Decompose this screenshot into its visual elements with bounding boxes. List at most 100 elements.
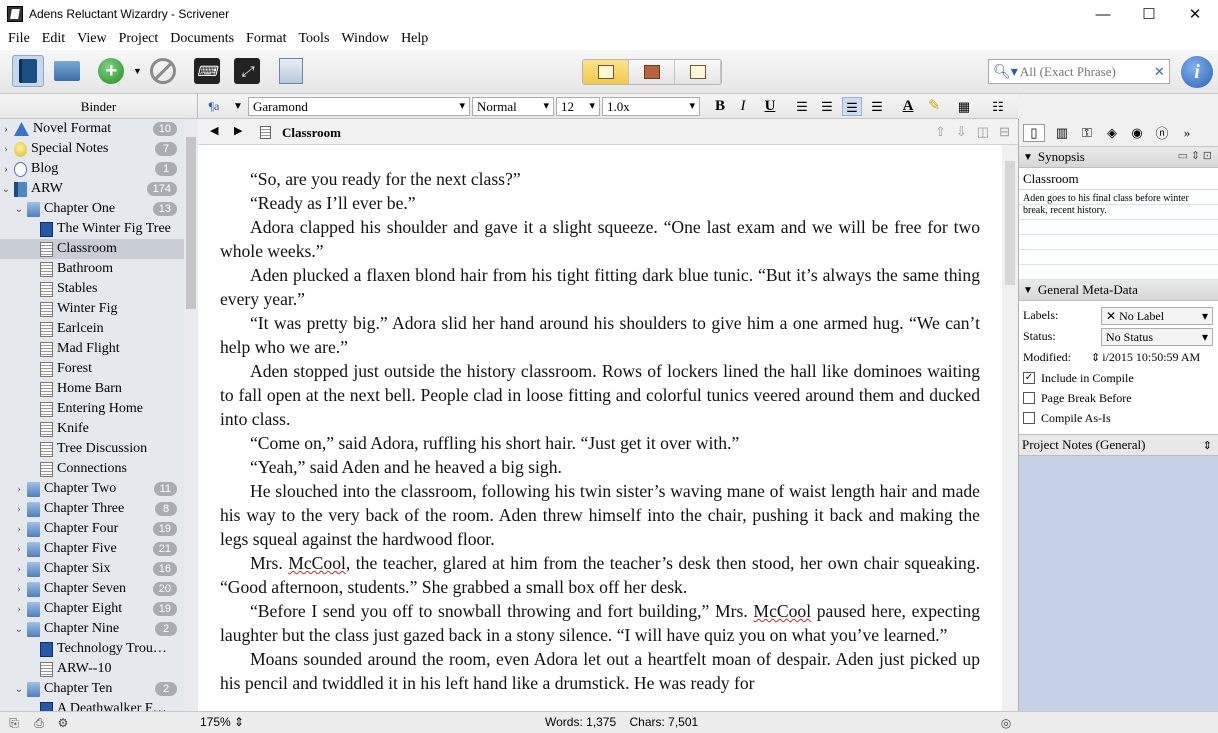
align-right-button[interactable]: ☰	[867, 97, 887, 116]
align-left-button[interactable]: ☰	[792, 97, 812, 116]
compile-button[interactable]	[276, 56, 306, 86]
split-vertical-icon[interactable]: ◫	[977, 124, 989, 140]
menu-edit[interactable]: Edit	[36, 31, 71, 47]
expanded-arrow-icon[interactable]: ⌄	[13, 204, 25, 215]
editor-scrollbar[interactable]	[1002, 145, 1018, 711]
menu-tools[interactable]: Tools	[292, 31, 335, 47]
back-arrow-icon[interactable]: ◀	[210, 124, 218, 137]
synopsis-header[interactable]: ▼ Synopsis ▭ ⇕ ⊡	[1019, 147, 1218, 168]
corkboard-view-button[interactable]	[629, 60, 675, 84]
binder-item[interactable]: Technology Trou…	[0, 639, 197, 659]
maximize-button[interactable]: ☐	[1126, 0, 1172, 28]
binder-item[interactable]: Bathroom	[0, 259, 197, 279]
table-button[interactable]: ▦	[954, 97, 974, 116]
paragraph-style-icon[interactable]: ¶a	[204, 97, 224, 116]
document-title[interactable]: Classroom	[282, 125, 341, 141]
references-tab-icon[interactable]: ▥	[1054, 124, 1070, 142]
binder-item[interactable]: Stables	[0, 279, 197, 299]
binder-item[interactable]: Mad Flight	[0, 339, 197, 359]
delete-button[interactable]	[148, 56, 178, 86]
binder-item[interactable]: A Deathwalker F…	[0, 699, 197, 711]
menu-file[interactable]: File	[2, 31, 36, 47]
collapsed-arrow-icon[interactable]: ›	[0, 124, 12, 135]
font-size-select[interactable]: 12	[556, 97, 600, 116]
text-color-button[interactable]: A	[898, 97, 918, 116]
binder-item[interactable]: › Chapter Five 21	[0, 539, 197, 559]
binder-item[interactable]: › Novel Format 10	[0, 119, 197, 139]
status-select[interactable]: No Status	[1101, 327, 1213, 346]
close-button[interactable]: ✕	[1172, 0, 1218, 28]
notes-tab-icon[interactable]: ▯	[1023, 123, 1045, 142]
forward-arrow-icon[interactable]: ▶	[234, 124, 242, 137]
binder-item[interactable]: › Chapter Six 16	[0, 559, 197, 579]
clear-search-icon[interactable]: ✕	[1154, 64, 1165, 80]
search-input[interactable]	[1019, 63, 1150, 80]
misspelled-word[interactable]: McCool	[753, 601, 811, 621]
collapsed-arrow-icon[interactable]: ›	[13, 564, 25, 575]
binder-item[interactable]: › Special Notes 7	[0, 139, 197, 159]
line-spacing-select[interactable]: 1.0x	[602, 97, 700, 116]
binder-scroll-thumb[interactable]	[186, 137, 196, 309]
collapsed-arrow-icon[interactable]: ›	[0, 164, 12, 175]
binder-item[interactable]: › Chapter Four 19	[0, 519, 197, 539]
menu-format[interactable]: Format	[240, 31, 292, 47]
search-icon[interactable]: 🔍︎▾	[993, 63, 1018, 80]
split-horizontal-icon[interactable]: ⊟	[999, 124, 1010, 140]
target-icon[interactable]: ◎	[998, 715, 1014, 731]
binder-item[interactable]: Connections	[0, 459, 197, 479]
collapsed-arrow-icon[interactable]: ›	[13, 544, 25, 555]
expanded-arrow-icon[interactable]: ⌄	[13, 624, 25, 635]
font-family-select[interactable]: Garamond	[248, 97, 470, 116]
outliner-view-button[interactable]	[675, 60, 721, 84]
add-icon[interactable]: ⎘	[6, 715, 22, 731]
binder-item[interactable]: › Blog 1	[0, 159, 197, 179]
menu-documents[interactable]: Documents	[164, 31, 240, 47]
binder-item[interactable]: Knife	[0, 419, 197, 439]
editor-scroll-thumb[interactable]	[1005, 161, 1015, 285]
binder-item[interactable]: Home Barn	[0, 379, 197, 399]
expanded-arrow-icon[interactable]: ⌄	[13, 684, 25, 695]
synopsis-title-field[interactable]: Classroom	[1019, 168, 1218, 190]
text-editor[interactable]: “So, are you ready for the next class?” …	[198, 145, 1002, 711]
add-dropdown-caret[interactable]: ▼	[133, 66, 142, 76]
comments-tab-icon[interactable]: ⓝ	[1154, 124, 1170, 142]
inspector-toggle-button[interactable]: i	[1181, 56, 1213, 88]
binder-item[interactable]: Forest	[0, 359, 197, 379]
compile-asis-checkbox[interactable]: Compile As-Is	[1023, 408, 1214, 428]
menu-project[interactable]: Project	[113, 31, 165, 47]
project-notes-selector[interactable]: Project Notes (General) ⇕	[1019, 434, 1218, 456]
down-arrow-icon[interactable]: ⇩	[956, 124, 967, 140]
binder-item[interactable]: Classroom	[0, 239, 197, 259]
font-style-select[interactable]: Normal	[472, 97, 554, 116]
menu-window[interactable]: Window	[335, 31, 395, 47]
binder-item[interactable]: ⌄ ARW 174	[0, 179, 197, 199]
binder-item[interactable]: Tree Discussion	[0, 439, 197, 459]
scrivenings-view-button[interactable]	[583, 60, 629, 84]
binder-item[interactable]: Entering Home	[0, 399, 197, 419]
more-tabs-icon[interactable]: »	[1179, 124, 1195, 142]
collapsed-arrow-icon[interactable]: ›	[13, 584, 25, 595]
include-compile-checkbox[interactable]: ✓ Include in Compile	[1023, 368, 1214, 388]
binder-item[interactable]: ⌄ Chapter One 13	[0, 199, 197, 219]
collapsed-arrow-icon[interactable]: ›	[0, 144, 12, 155]
binder-item[interactable]: Winter Fig	[0, 299, 197, 319]
gear-icon[interactable]: ⚙	[55, 715, 71, 731]
highlight-button[interactable]: ✎	[924, 97, 944, 116]
binder-item[interactable]: ARW--10	[0, 659, 197, 679]
justify-button[interactable]: ☰	[842, 97, 862, 116]
binder-item[interactable]: ⌄ Chapter Ten 2	[0, 679, 197, 699]
add-folder-icon[interactable]: ⎙	[31, 715, 47, 731]
collapsed-arrow-icon[interactable]: ›	[13, 604, 25, 615]
binder-item[interactable]: › Chapter Three 8	[0, 499, 197, 519]
menu-view[interactable]: View	[71, 31, 112, 47]
italic-button[interactable]: I	[733, 97, 753, 116]
full-screen-button[interactable]: ⤢	[232, 56, 262, 86]
underline-button[interactable]: U	[760, 97, 780, 116]
collapsed-arrow-icon[interactable]: ›	[13, 524, 25, 535]
composition-mode-button[interactable]: ⌨	[192, 56, 222, 86]
align-center-button[interactable]: ☰	[817, 97, 837, 116]
custom-metadata-tab-icon[interactable]: ◈	[1104, 124, 1120, 142]
expanded-arrow-icon[interactable]: ⌄	[0, 184, 12, 195]
style-dropdown-caret[interactable]: ▼	[228, 97, 248, 116]
binder-scrollbar[interactable]	[184, 119, 198, 711]
